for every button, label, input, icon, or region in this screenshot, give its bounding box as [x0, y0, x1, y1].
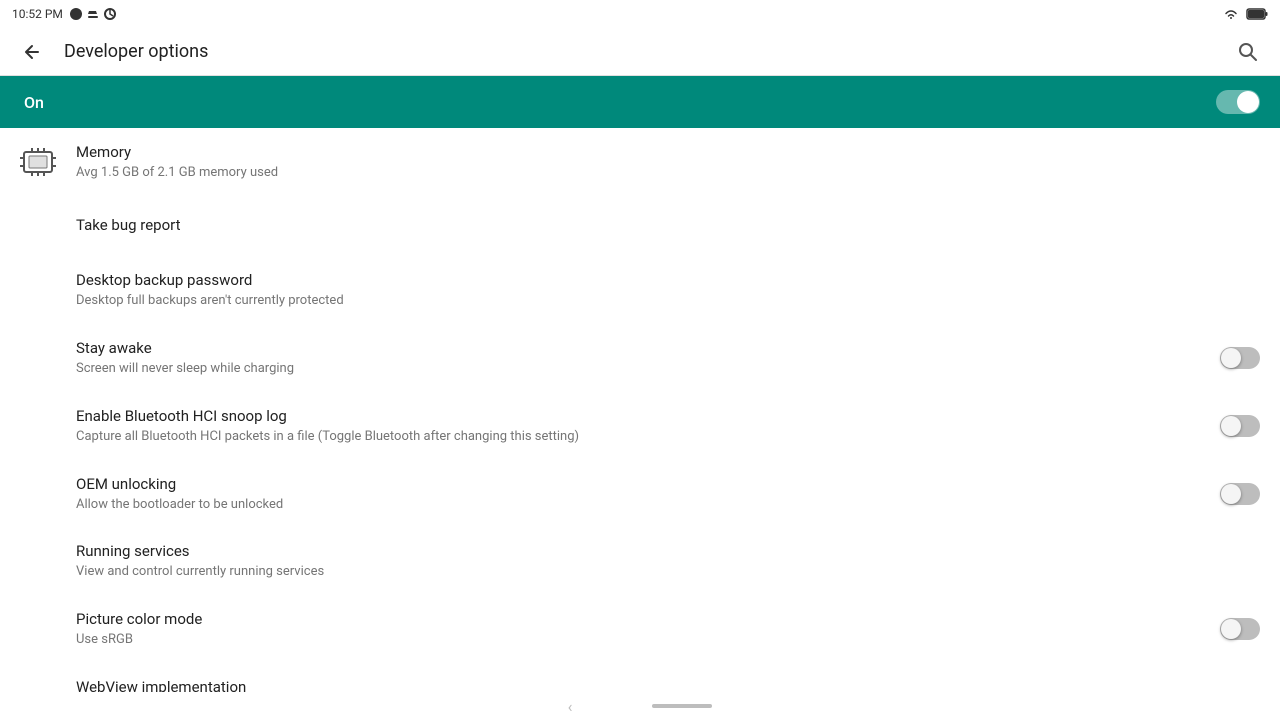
app-bar: Developer options	[0, 28, 1280, 76]
memory-icon-container	[20, 144, 56, 180]
status-time: 10:52 PM	[12, 7, 63, 21]
bottom-home-indicator[interactable]	[652, 704, 712, 708]
settings-list: Memory Avg 1.5 GB of 2.1 GB memory used …	[0, 128, 1280, 692]
running-services-subtitle: View and control currently running servi…	[76, 564, 1260, 581]
stay-awake-title: Stay awake	[76, 338, 1204, 359]
webview-content: WebView implementation Android System We…	[76, 677, 1260, 692]
bluetooth-hci-toggle[interactable]	[1220, 415, 1260, 437]
bluetooth-hci-title: Enable Bluetooth HCI snoop log	[76, 406, 1204, 427]
memory-item-content: Memory Avg 1.5 GB of 2.1 GB memory used	[76, 142, 1260, 182]
settings-item-bluetooth-hci[interactable]: Enable Bluetooth HCI snoop log Capture a…	[0, 392, 1280, 460]
bluetooth-hci-toggle-container	[1220, 415, 1260, 437]
running-services-title: Running services	[76, 541, 1260, 562]
desktop-backup-title: Desktop backup password	[76, 270, 1260, 291]
bluetooth-hci-subtitle: Capture all Bluetooth HCI packets in a f…	[76, 429, 1204, 446]
webview-title: WebView implementation	[76, 677, 1260, 692]
picture-color-content: Picture color mode Use sRGB	[76, 609, 1204, 649]
status-bar-left: 10:52 PM	[12, 7, 117, 21]
settings-item-take-bug-report[interactable]: Take bug report	[0, 196, 1280, 256]
running-services-content: Running services View and control curren…	[76, 541, 1260, 581]
settings-item-memory[interactable]: Memory Avg 1.5 GB of 2.1 GB memory used	[0, 128, 1280, 196]
settings-item-webview[interactable]: WebView implementation Android System We…	[0, 663, 1280, 692]
picture-color-title: Picture color mode	[76, 609, 1204, 630]
developer-options-toggle[interactable]	[1216, 90, 1260, 114]
bottom-bar: ‹	[0, 692, 1280, 720]
memory-chip-icon	[20, 144, 56, 180]
page-title: Developer options	[64, 41, 1232, 62]
settings-item-oem-unlocking[interactable]: OEM unlocking Allow the bootloader to be…	[0, 460, 1280, 528]
search-button[interactable]	[1232, 36, 1264, 68]
settings-item-running-services[interactable]: Running services View and control curren…	[0, 527, 1280, 595]
status-icons	[69, 7, 117, 21]
stay-awake-toggle-knob	[1221, 348, 1241, 368]
bottom-back-arrow[interactable]: ‹	[568, 697, 573, 716]
wifi-icon	[1222, 7, 1240, 21]
bluetooth-hci-content: Enable Bluetooth HCI snoop log Capture a…	[76, 406, 1204, 446]
stay-awake-toggle-container	[1220, 347, 1260, 369]
toggle-knob	[1237, 91, 1259, 113]
settings-item-desktop-backup[interactable]: Desktop backup password Desktop full bac…	[0, 256, 1280, 324]
battery-icon	[1246, 8, 1268, 20]
stay-awake-toggle[interactable]	[1220, 347, 1260, 369]
status-bar-right	[1222, 7, 1268, 21]
picture-color-toggle[interactable]	[1220, 618, 1260, 640]
picture-color-subtitle: Use sRGB	[76, 632, 1204, 649]
picture-color-toggle-knob	[1221, 619, 1241, 639]
memory-title: Memory	[76, 142, 1260, 163]
developer-options-toggle-bar: On	[0, 76, 1280, 128]
edit-icon	[86, 7, 100, 21]
take-bug-report-title: Take bug report	[76, 215, 1260, 236]
oem-unlocking-subtitle: Allow the bootloader to be unlocked	[76, 497, 1204, 514]
bluetooth-hci-toggle-knob	[1221, 416, 1241, 436]
picture-color-toggle-container	[1220, 618, 1260, 640]
stay-awake-subtitle: Screen will never sleep while charging	[76, 361, 1204, 378]
memory-subtitle: Avg 1.5 GB of 2.1 GB memory used	[76, 165, 1260, 182]
oem-unlocking-content: OEM unlocking Allow the bootloader to be…	[76, 474, 1204, 514]
search-icon	[1237, 41, 1259, 63]
oem-unlocking-toggle[interactable]	[1220, 483, 1260, 505]
back-arrow-icon	[22, 42, 42, 62]
take-bug-report-content: Take bug report	[76, 215, 1260, 236]
oem-unlocking-toggle-container	[1220, 483, 1260, 505]
oem-unlocking-toggle-knob	[1221, 484, 1241, 504]
desktop-backup-subtitle: Desktop full backups aren't currently pr…	[76, 293, 1260, 310]
circle-icon	[69, 7, 83, 21]
refresh-icon	[103, 7, 117, 21]
status-bar: 10:52 PM	[0, 0, 1280, 28]
stay-awake-content: Stay awake Screen will never sleep while…	[76, 338, 1204, 378]
toggle-bar-label: On	[24, 93, 44, 112]
settings-item-stay-awake[interactable]: Stay awake Screen will never sleep while…	[0, 324, 1280, 392]
oem-unlocking-title: OEM unlocking	[76, 474, 1204, 495]
settings-item-picture-color[interactable]: Picture color mode Use sRGB	[0, 595, 1280, 663]
desktop-backup-content: Desktop backup password Desktop full bac…	[76, 270, 1260, 310]
back-button[interactable]	[16, 36, 48, 68]
